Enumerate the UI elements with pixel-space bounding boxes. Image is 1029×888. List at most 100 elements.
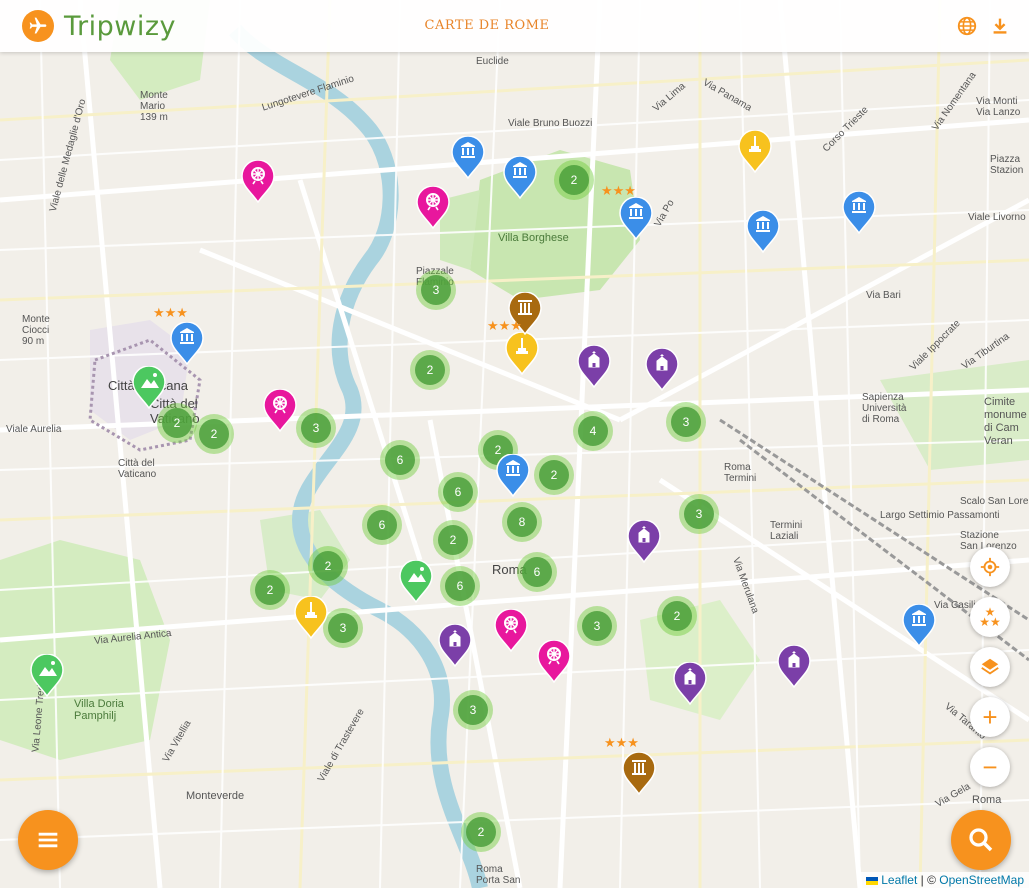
cluster-count: 3 bbox=[301, 413, 331, 443]
church-marker[interactable] bbox=[673, 661, 707, 706]
layers-icon bbox=[981, 658, 999, 675]
church-icon bbox=[577, 344, 611, 389]
map-label-roma-small: Roma bbox=[972, 794, 1002, 806]
cluster-marker[interactable]: 2 bbox=[554, 160, 594, 200]
leaflet-link[interactable]: Leaflet bbox=[881, 873, 917, 887]
nature-marker[interactable] bbox=[399, 559, 433, 604]
favorites-button[interactable]: ★ ★★ bbox=[970, 597, 1010, 637]
zoom-in-button[interactable]: + bbox=[970, 697, 1010, 737]
museum-marker[interactable] bbox=[619, 196, 653, 241]
museum-icon bbox=[503, 155, 537, 200]
cluster-marker[interactable]: 3 bbox=[577, 606, 617, 646]
cluster-marker[interactable]: 6 bbox=[440, 566, 480, 606]
cluster-marker[interactable]: 6 bbox=[380, 440, 420, 480]
cluster-marker[interactable]: 3 bbox=[666, 402, 706, 442]
cluster-count: 2 bbox=[255, 575, 285, 605]
locate-button[interactable] bbox=[970, 547, 1010, 587]
nature-icon bbox=[132, 365, 166, 410]
cluster-marker[interactable]: 2 bbox=[194, 414, 234, 454]
cluster-marker[interactable]: 2 bbox=[534, 455, 574, 495]
cluster-marker[interactable]: 8 bbox=[502, 502, 542, 542]
map-label-villa-borghese: Villa Borghese bbox=[498, 232, 569, 244]
cluster-marker[interactable]: 6 bbox=[438, 472, 478, 512]
cluster-marker[interactable]: 3 bbox=[296, 408, 336, 448]
map-label-roma-porta-san: Roma Porta San bbox=[476, 864, 521, 886]
museum-marker[interactable] bbox=[902, 603, 936, 648]
attribution-separator: | bbox=[920, 873, 924, 887]
cluster-count: 3 bbox=[671, 407, 701, 437]
search-button[interactable] bbox=[951, 810, 1011, 870]
cluster-marker[interactable]: 3 bbox=[679, 494, 719, 534]
minus-icon: − bbox=[982, 752, 998, 782]
ruin-marker[interactable] bbox=[622, 751, 656, 796]
attraction-marker[interactable] bbox=[241, 159, 275, 204]
nature-marker[interactable] bbox=[132, 365, 166, 410]
church-icon bbox=[673, 661, 707, 706]
museum-marker[interactable] bbox=[842, 190, 876, 235]
monument-marker[interactable] bbox=[505, 331, 539, 376]
museum-marker[interactable] bbox=[503, 155, 537, 200]
cluster-count: 3 bbox=[421, 275, 451, 305]
cluster-marker[interactable]: 3 bbox=[416, 270, 456, 310]
museum-icon bbox=[451, 135, 485, 180]
attraction-marker[interactable] bbox=[494, 608, 528, 653]
cluster-marker[interactable]: 6 bbox=[362, 505, 402, 545]
church-marker[interactable] bbox=[577, 344, 611, 389]
monument-marker[interactable] bbox=[738, 129, 772, 174]
map-attribution: Leaflet | © OpenStreetMap bbox=[860, 872, 1029, 888]
cluster-marker[interactable]: 6 bbox=[517, 552, 557, 592]
nature-icon bbox=[399, 559, 433, 604]
cluster-marker[interactable]: 3 bbox=[453, 690, 493, 730]
download-icon[interactable] bbox=[988, 14, 1012, 38]
attraction-icon bbox=[241, 159, 275, 204]
cluster-marker[interactable]: 4 bbox=[573, 411, 613, 451]
map-label-monteverde: Monteverde bbox=[186, 790, 245, 802]
museum-marker[interactable] bbox=[496, 453, 530, 498]
cluster-count: 3 bbox=[328, 613, 358, 643]
museum-icon bbox=[746, 209, 780, 254]
osm-link[interactable]: OpenStreetMap bbox=[939, 873, 1024, 887]
layers-button[interactable] bbox=[970, 647, 1010, 687]
cluster-marker[interactable]: 2 bbox=[250, 570, 290, 610]
map-label-euclide: Euclide bbox=[476, 56, 509, 67]
cluster-count: 3 bbox=[458, 695, 488, 725]
cluster-marker[interactable]: 2 bbox=[657, 596, 697, 636]
attraction-marker[interactable] bbox=[537, 639, 571, 684]
cluster-marker[interactable]: 2 bbox=[433, 520, 473, 560]
stars-icon: ★ ★★ bbox=[979, 605, 1001, 629]
map-label-citta-del-vaticano-small: Città del Vaticano bbox=[118, 458, 157, 480]
map-label-via-monti: Via Monti Via Lanzo bbox=[976, 96, 1021, 118]
museum-marker[interactable] bbox=[451, 135, 485, 180]
zoom-out-button[interactable]: − bbox=[970, 747, 1010, 787]
attraction-icon bbox=[416, 185, 450, 230]
attraction-marker[interactable] bbox=[416, 185, 450, 230]
map-label-largo-settimio: Largo Settimio Passamonti bbox=[880, 510, 1000, 521]
cluster-marker[interactable]: 3 bbox=[323, 608, 363, 648]
page-title: CARTE DE ROME bbox=[424, 18, 550, 33]
attraction-marker[interactable] bbox=[263, 388, 297, 433]
monument-marker[interactable] bbox=[294, 595, 328, 640]
cluster-marker[interactable]: 2 bbox=[461, 812, 501, 852]
nature-marker[interactable] bbox=[30, 653, 64, 698]
church-icon bbox=[645, 347, 679, 392]
museum-icon bbox=[496, 453, 530, 498]
cluster-marker[interactable]: 2 bbox=[308, 546, 348, 586]
church-marker[interactable] bbox=[645, 347, 679, 392]
menu-button[interactable] bbox=[18, 810, 78, 870]
church-marker[interactable] bbox=[438, 623, 472, 668]
church-marker[interactable] bbox=[627, 519, 661, 564]
cluster-count: 6 bbox=[445, 571, 475, 601]
museum-marker[interactable] bbox=[170, 321, 204, 366]
cluster-count: 2 bbox=[662, 601, 692, 631]
cluster-marker[interactable]: 2 bbox=[410, 350, 450, 390]
monument-icon bbox=[505, 331, 539, 376]
search-icon bbox=[969, 828, 993, 852]
museum-marker[interactable] bbox=[746, 209, 780, 254]
attraction-icon bbox=[537, 639, 571, 684]
cluster-count: 2 bbox=[466, 817, 496, 847]
church-marker[interactable] bbox=[777, 644, 811, 689]
church-icon bbox=[438, 623, 472, 668]
map-label-sapienza: Sapienza Università di Roma bbox=[862, 392, 907, 425]
map[interactable]: Euclide Monte Mario 139 m Lungotevere Fl… bbox=[0, 0, 1029, 888]
globe-icon[interactable] bbox=[955, 14, 979, 38]
